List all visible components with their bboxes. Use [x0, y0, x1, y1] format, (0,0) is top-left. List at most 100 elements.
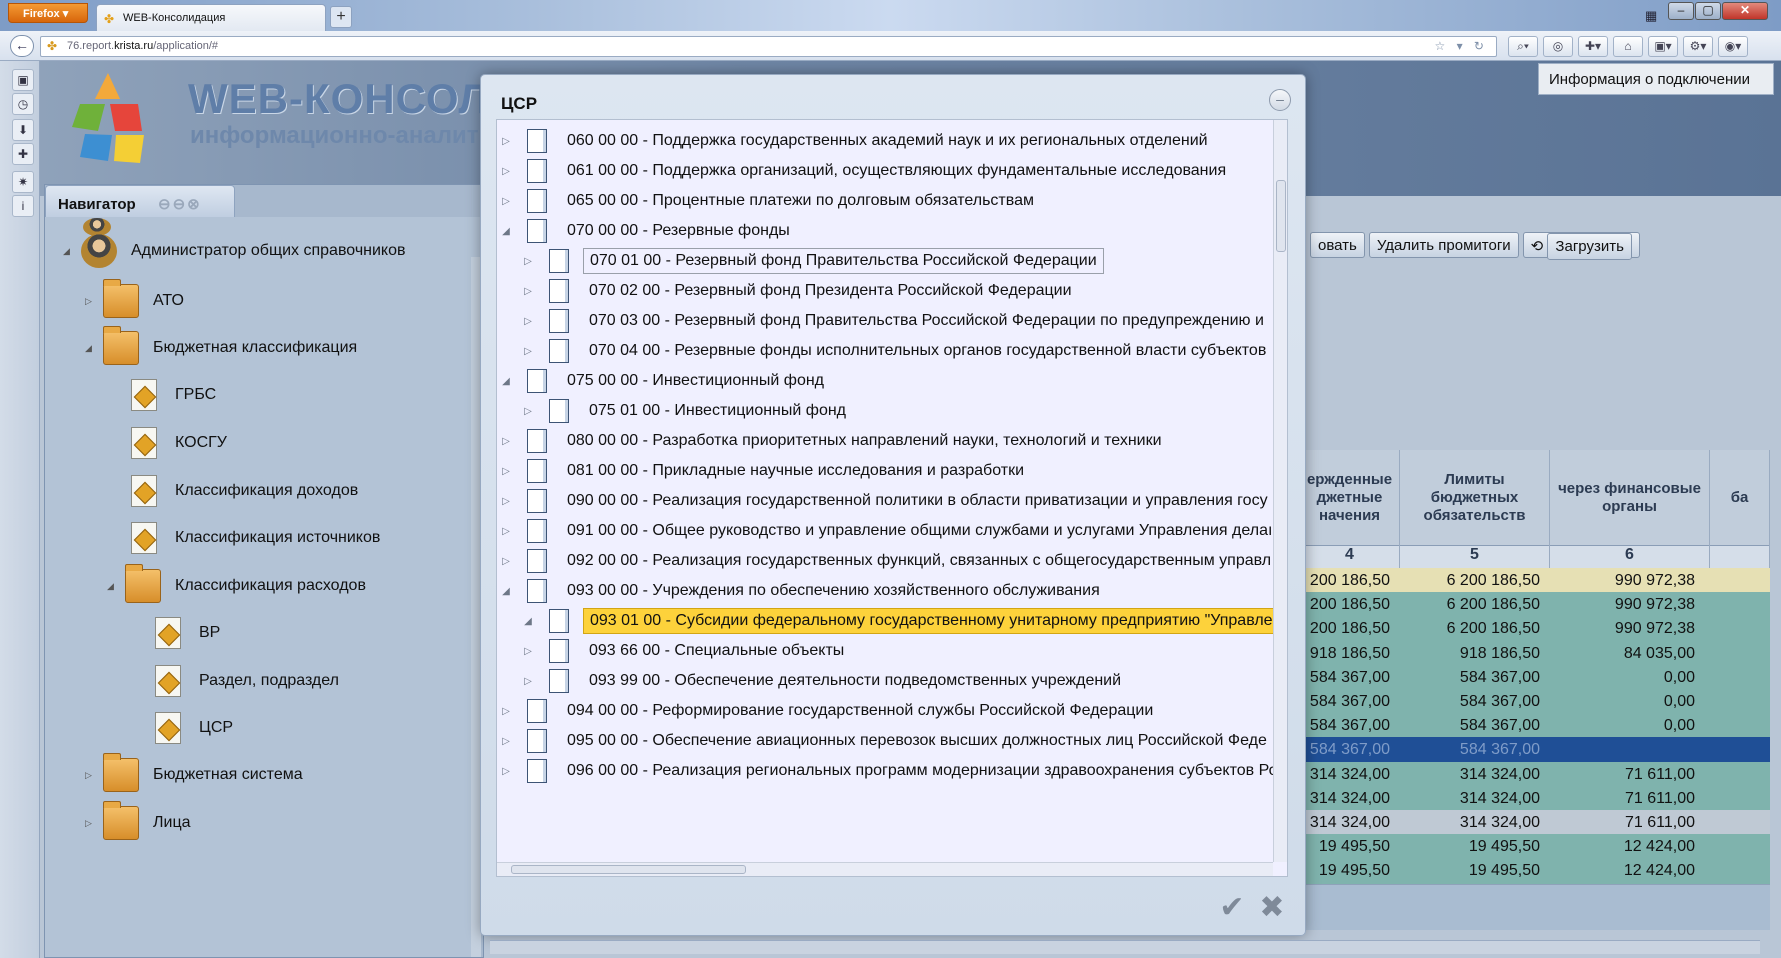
load-button[interactable]: ⟲ Загрузить — [1522, 232, 1640, 260]
tree-row[interactable]: ▷ 094 00 00 - Реформирование государствен… — [499, 694, 1159, 728]
connection-info-button[interactable]: Информация о подключении — [1538, 63, 1774, 95]
tree-vertical-scrollbar[interactable] — [1273, 120, 1287, 862]
table-row[interactable]: 584 367,00 584 367,00 — [1300, 737, 1770, 765]
collapsed-arrow-icon[interactable]: ▷ — [521, 346, 535, 357]
collapsed-arrow-icon[interactable]: ▷ — [499, 766, 513, 777]
collapsed-arrow-icon[interactable]: ▷ — [85, 818, 103, 829]
search-icon[interactable]: ⌕▾ — [1508, 36, 1538, 57]
settings-icon[interactable]: ✷ — [12, 171, 34, 193]
collapsed-arrow-icon[interactable]: ▷ — [499, 556, 513, 567]
collapsed-arrow-icon[interactable]: ▷ — [499, 706, 513, 717]
nav-item-kosgu[interactable]: КОСГУ — [127, 423, 227, 463]
page-horizontal-scrollbar[interactable] — [490, 940, 1760, 954]
collapsed-arrow-icon[interactable]: ▷ — [521, 256, 535, 267]
nav-item-budget-class[interactable]: ◢ Бюджетная классификация — [85, 326, 357, 368]
table-row[interactable]: 584 367,00 584 367,00 0,00 — [1300, 664, 1770, 692]
nav-item-persons[interactable]: ▷ Лица — [85, 801, 191, 843]
firefox-menu-button[interactable]: Firefox ▾ — [8, 3, 88, 23]
maximize-button[interactable]: ▢ — [1695, 2, 1721, 20]
expanded-arrow-icon[interactable]: ◢ — [499, 226, 513, 237]
collapsed-arrow-icon[interactable]: ▷ — [521, 406, 535, 417]
collapsed-arrow-icon[interactable]: ▷ — [521, 646, 535, 657]
tree-row[interactable]: ▷ 090 00 00 - Реализация государственной … — [499, 484, 1274, 518]
tree-row[interactable]: ▷ 070 01 00 - Резервный фонд Правительств… — [521, 244, 1104, 278]
tree-horizontal-scrollbar[interactable] — [497, 862, 1273, 876]
nav-item-ato[interactable]: ▷ АТО — [85, 279, 184, 321]
grid-header-col4[interactable]: ержденные джетные начения — [1300, 450, 1400, 546]
collapsed-arrow-icon[interactable]: ▷ — [499, 166, 513, 177]
table-row[interactable]: 200 186,50 6 200 186,50 990 972,38 — [1300, 568, 1770, 595]
nav-item-source-class[interactable]: Классификация источников — [127, 518, 380, 558]
nav-item-vr[interactable]: ВР — [151, 613, 220, 653]
collapsed-arrow-icon[interactable]: ▷ — [499, 526, 513, 537]
history-icon[interactable]: ◷ — [12, 93, 34, 115]
tree-row[interactable]: ◢ 093 01 00 - Субсидии федеральному госуд… — [521, 604, 1280, 638]
bookmark-star-icon[interactable]: ☆ ▾ ↻ — [1434, 39, 1488, 53]
ok-check-icon[interactable]: ✔ — [1217, 893, 1247, 923]
nav-item-csr[interactable]: ЦСР — [151, 708, 233, 748]
table-row[interactable]: 584 367,00 584 367,00 0,00 — [1300, 689, 1770, 716]
address-bar[interactable]: ✤ 76.report.krista.ru/application/# ☆ ▾ … — [40, 36, 1497, 57]
collapsed-arrow-icon[interactable]: ▷ — [521, 676, 535, 687]
tab-groups-icon[interactable]: ▦ — [1645, 8, 1657, 24]
grid-header-col7[interactable]: ба — [1710, 450, 1770, 546]
collapsed-arrow-icon[interactable]: ▷ — [499, 466, 513, 477]
collapsed-arrow-icon[interactable]: ▷ — [499, 136, 513, 147]
window-icon[interactable]: ▣ — [12, 69, 34, 91]
back-arrow-icon[interactable]: ← — [10, 35, 34, 57]
collapsed-arrow-icon[interactable]: ▷ — [499, 736, 513, 747]
collapse-dialog-button[interactable]: – — [1269, 89, 1291, 111]
tree-row[interactable]: ▷ 070 04 00 - Резервные фонды исполнитель… — [521, 334, 1272, 368]
expanded-arrow-icon[interactable]: ◢ — [63, 246, 81, 257]
collapsed-arrow-icon[interactable]: ▷ — [499, 436, 513, 447]
tree-row[interactable]: ▷ 092 00 00 - Реализация государственных … — [499, 544, 1277, 578]
new-tab-button[interactable]: + — [330, 6, 352, 28]
sync-icon[interactable]: ◎ — [1543, 36, 1573, 57]
grid-header-col5[interactable]: Лимиты бюджетных обязательств — [1400, 450, 1550, 546]
table-row[interactable]: 19 495,50 19 495,50 12 424,00 — [1300, 858, 1770, 886]
scroll-thumb[interactable] — [511, 865, 746, 874]
delete-subtotals-button[interactable]: Удалить промитоги — [1368, 232, 1519, 258]
tree-row[interactable]: ◢ 093 00 00 - Учреждения по обеспечению х… — [499, 574, 1106, 608]
info-icon[interactable]: i — [12, 195, 34, 217]
screenshot-icon[interactable]: ▣▾ — [1648, 36, 1678, 57]
nav-item-admin[interactable]: ◢ Администратор общих справочников — [63, 231, 406, 271]
tree-row[interactable]: ▷ 070 03 00 - Резервный фонд Правительств… — [521, 304, 1270, 338]
nav-item-budget-system[interactable]: ▷ Бюджетная система — [85, 753, 303, 795]
nav-item-grbs[interactable]: ГРБС — [127, 375, 216, 415]
collapsed-arrow-icon[interactable]: ▷ — [85, 296, 103, 307]
tree-row[interactable]: ▷ 093 66 00 - Специальные объекты — [521, 634, 850, 668]
panel-controls-icon[interactable]: ⊖⊖⊗ — [158, 195, 202, 213]
table-row[interactable]: 200 186,50 6 200 186,50 990 972,38 — [1300, 616, 1770, 644]
collapsed-arrow-icon[interactable]: ▷ — [85, 770, 103, 781]
tree-row[interactable]: ▷ 081 00 00 - Прикладные научные исследов… — [499, 454, 1030, 488]
scroll-thumb[interactable] — [1276, 180, 1286, 252]
download-icon[interactable]: ⬇ — [12, 119, 34, 141]
table-row[interactable]: 918 186,50 918 186,50 84 035,00 — [1300, 640, 1770, 668]
table-row[interactable]: 314 324,00 314 324,00 71 611,00 — [1300, 785, 1770, 813]
tree-row[interactable]: ◢ 075 00 00 - Инвестиционный фонд — [499, 364, 830, 398]
tree-row[interactable]: ▷ 070 02 00 - Резервный фонд Президента Р… — [521, 274, 1078, 308]
tree-row[interactable]: ▷ 065 00 00 - Процентные платежи по долго… — [499, 184, 1040, 218]
minimize-button[interactable]: – — [1668, 2, 1694, 20]
table-row[interactable]: 314 324,00 314 324,00 71 611,00 — [1300, 810, 1770, 837]
tree-row[interactable]: ▷ 075 01 00 - Инвестиционный фонд — [521, 394, 852, 428]
table-row[interactable]: 200 186,50 6 200 186,50 990 972,38 — [1300, 592, 1770, 620]
home-icon[interactable]: ⌂ — [1613, 36, 1643, 57]
nav-item-expense-class[interactable]: ◢ Классификация расходов — [107, 564, 366, 606]
nav-item-section[interactable]: Раздел, подраздел — [151, 661, 339, 701]
tools-icon[interactable]: ⚙▾ — [1683, 36, 1713, 57]
close-window-button[interactable]: ✕ — [1722, 2, 1768, 20]
expanded-arrow-icon[interactable]: ◢ — [85, 343, 103, 354]
tree-row[interactable]: ▷ 080 00 00 - Разработка приоритетных нап… — [499, 424, 1168, 458]
table-row[interactable]: 314 324,00 314 324,00 71 611,00 — [1300, 761, 1770, 789]
tree-row[interactable]: ▷ 091 00 00 - Общее руководство и управле… — [499, 514, 1278, 548]
collapsed-arrow-icon[interactable]: ▷ — [521, 316, 535, 327]
expanded-arrow-icon[interactable]: ◢ — [499, 586, 513, 597]
tree-row[interactable]: ◢ 070 00 00 - Резервные фонды — [499, 214, 796, 248]
extension-icon[interactable]: ◉▾ — [1718, 36, 1748, 57]
tree-row[interactable]: ▷ 093 99 00 - Обеспечение деятельности по… — [521, 664, 1127, 698]
tree-row[interactable]: ▷ 096 00 00 - Реализация региональных про… — [499, 754, 1283, 788]
addon-icon[interactable]: ✚▾ — [1578, 36, 1608, 57]
tree-row[interactable]: ▷ 061 00 00 - Поддержка организаций, осущ… — [499, 154, 1232, 188]
